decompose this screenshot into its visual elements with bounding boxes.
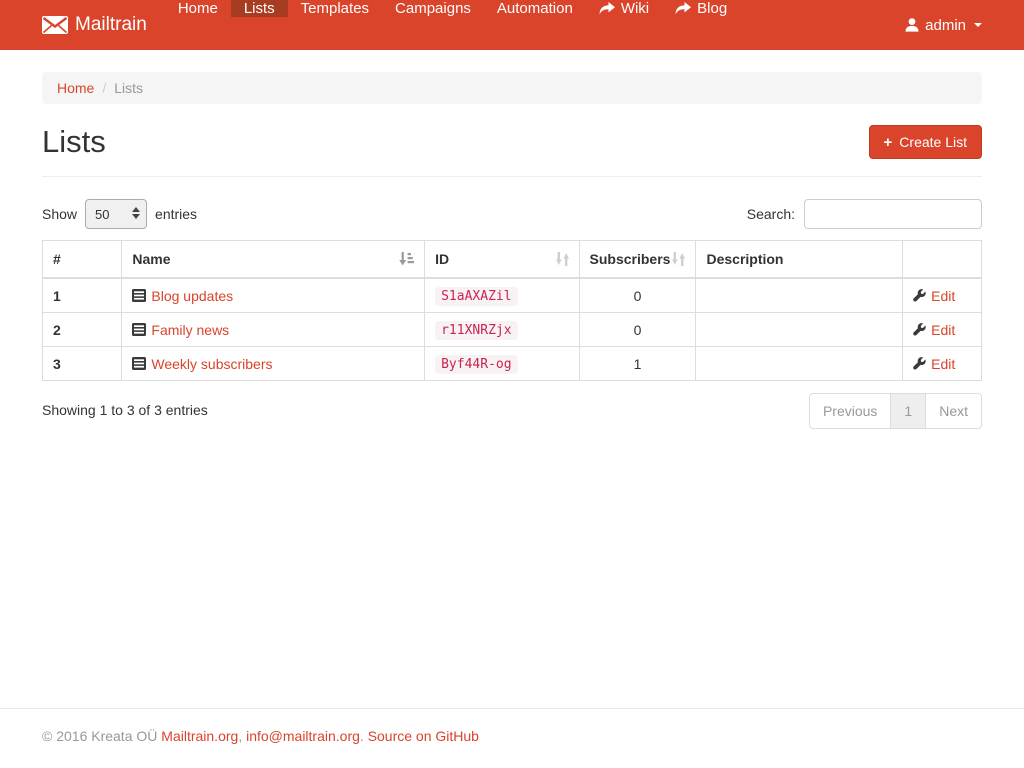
wrench-icon — [913, 323, 926, 336]
user-icon — [905, 18, 919, 32]
list-description — [696, 313, 903, 347]
copyright-text: © 2016 Kreata OÜ — [42, 728, 157, 744]
subscriber-count: 0 — [579, 278, 696, 313]
nav-item-blog-label: Blog — [697, 0, 727, 17]
email-link[interactable]: info@mailtrain.org — [246, 728, 360, 744]
nav-item-automation[interactable]: Automation — [484, 0, 586, 17]
brand-logo[interactable]: Mailtrain — [42, 0, 165, 50]
breadcrumb-current: Lists — [114, 80, 143, 96]
breadcrumb: Home / Lists — [42, 72, 982, 104]
sort-asc-icon — [399, 252, 414, 266]
envelope-icon — [42, 16, 68, 34]
external-link-icon — [599, 2, 615, 15]
navbar: Mailtrain Home Lists Templates Campaigns… — [0, 0, 1024, 50]
list-id: r11XNRZjx — [435, 321, 517, 340]
wrench-icon — [913, 357, 926, 370]
column-header-name[interactable]: Name — [122, 241, 425, 279]
table-header-row: # Name — [43, 241, 982, 279]
list-name-link[interactable]: Blog updates — [151, 288, 233, 304]
column-header-subscribers[interactable]: Subscribers — [579, 241, 696, 279]
table-controls: Show 50 entries Search: — [42, 199, 982, 229]
nav-item-wiki-label: Wiki — [621, 0, 649, 17]
list-description — [696, 278, 903, 313]
source-github-link[interactable]: Source on GitHub — [368, 728, 479, 744]
subscriber-count: 1 — [579, 347, 696, 381]
sort-both-icon — [556, 252, 569, 266]
search-input[interactable] — [804, 199, 982, 229]
chevron-down-icon — [974, 23, 982, 27]
list-name-link[interactable]: Weekly subscribers — [151, 356, 272, 372]
column-header-actions — [903, 241, 982, 279]
list-icon — [132, 357, 146, 370]
page-length-select[interactable]: 50 — [85, 199, 147, 229]
table-row: 2 Family news r11XNRZjx — [43, 313, 982, 347]
nav-item-home[interactable]: Home — [165, 0, 231, 17]
column-header-index: # — [43, 241, 122, 279]
column-header-id[interactable]: ID — [425, 241, 579, 279]
nav-item-wiki[interactable]: Wiki — [586, 0, 662, 17]
breadcrumb-home-link[interactable]: Home — [57, 80, 94, 96]
footer-separator: . — [360, 728, 364, 744]
row-index: 1 — [43, 278, 122, 313]
entries-label: entries — [155, 206, 197, 222]
footer-separator: , — [238, 728, 242, 744]
edit-link[interactable]: Edit — [931, 356, 955, 372]
nav-item-blog[interactable]: Blog — [662, 0, 740, 17]
subscriber-count: 0 — [579, 313, 696, 347]
nav-item-templates[interactable]: Templates — [288, 0, 382, 17]
user-menu-label: admin — [925, 17, 966, 34]
create-list-button-label: Create List — [899, 134, 967, 150]
edit-link[interactable]: Edit — [931, 322, 955, 338]
lists-table: # Name — [42, 240, 982, 381]
list-id: S1aAXAZil — [435, 287, 517, 306]
sort-both-icon — [672, 252, 685, 266]
mailtrain-org-link[interactable]: Mailtrain.org — [161, 728, 238, 744]
list-id: Byf44R-og — [435, 355, 517, 374]
list-icon — [132, 323, 146, 336]
create-list-button[interactable]: + Create List — [869, 125, 982, 159]
edit-link[interactable]: Edit — [931, 288, 955, 304]
user-menu[interactable]: admin — [905, 0, 982, 50]
row-index: 2 — [43, 313, 122, 347]
page-header: Lists + Create List — [42, 124, 982, 177]
pagination-next-button[interactable]: Next — [925, 393, 982, 429]
table-row: 1 Blog updates S1aAXAZil — [43, 278, 982, 313]
table-summary: Showing 1 to 3 of 3 entries — [42, 393, 208, 418]
nav-item-lists[interactable]: Lists — [231, 0, 288, 17]
table-row: 3 Weekly subscribers Byf44R-og — [43, 347, 982, 381]
wrench-icon — [913, 289, 926, 302]
brand-title: Mailtrain — [75, 14, 147, 36]
footer: © 2016 Kreata OÜ Mailtrain.org, info@mai… — [0, 708, 1024, 768]
list-description — [696, 347, 903, 381]
show-label: Show — [42, 206, 77, 222]
row-index: 3 — [43, 347, 122, 381]
list-icon — [132, 289, 146, 302]
pagination-page-1-button[interactable]: 1 — [890, 393, 926, 429]
nav-item-campaigns[interactable]: Campaigns — [382, 0, 484, 17]
column-header-description: Description — [696, 241, 903, 279]
pagination: Previous 1 Next — [809, 393, 982, 429]
list-name-link[interactable]: Family news — [151, 322, 229, 338]
plus-icon: + — [884, 135, 893, 150]
search-label: Search: — [747, 206, 795, 222]
page-title: Lists — [42, 124, 106, 160]
external-link-icon — [675, 2, 691, 15]
breadcrumb-separator: / — [102, 80, 106, 96]
pagination-previous-button[interactable]: Previous — [809, 393, 891, 429]
